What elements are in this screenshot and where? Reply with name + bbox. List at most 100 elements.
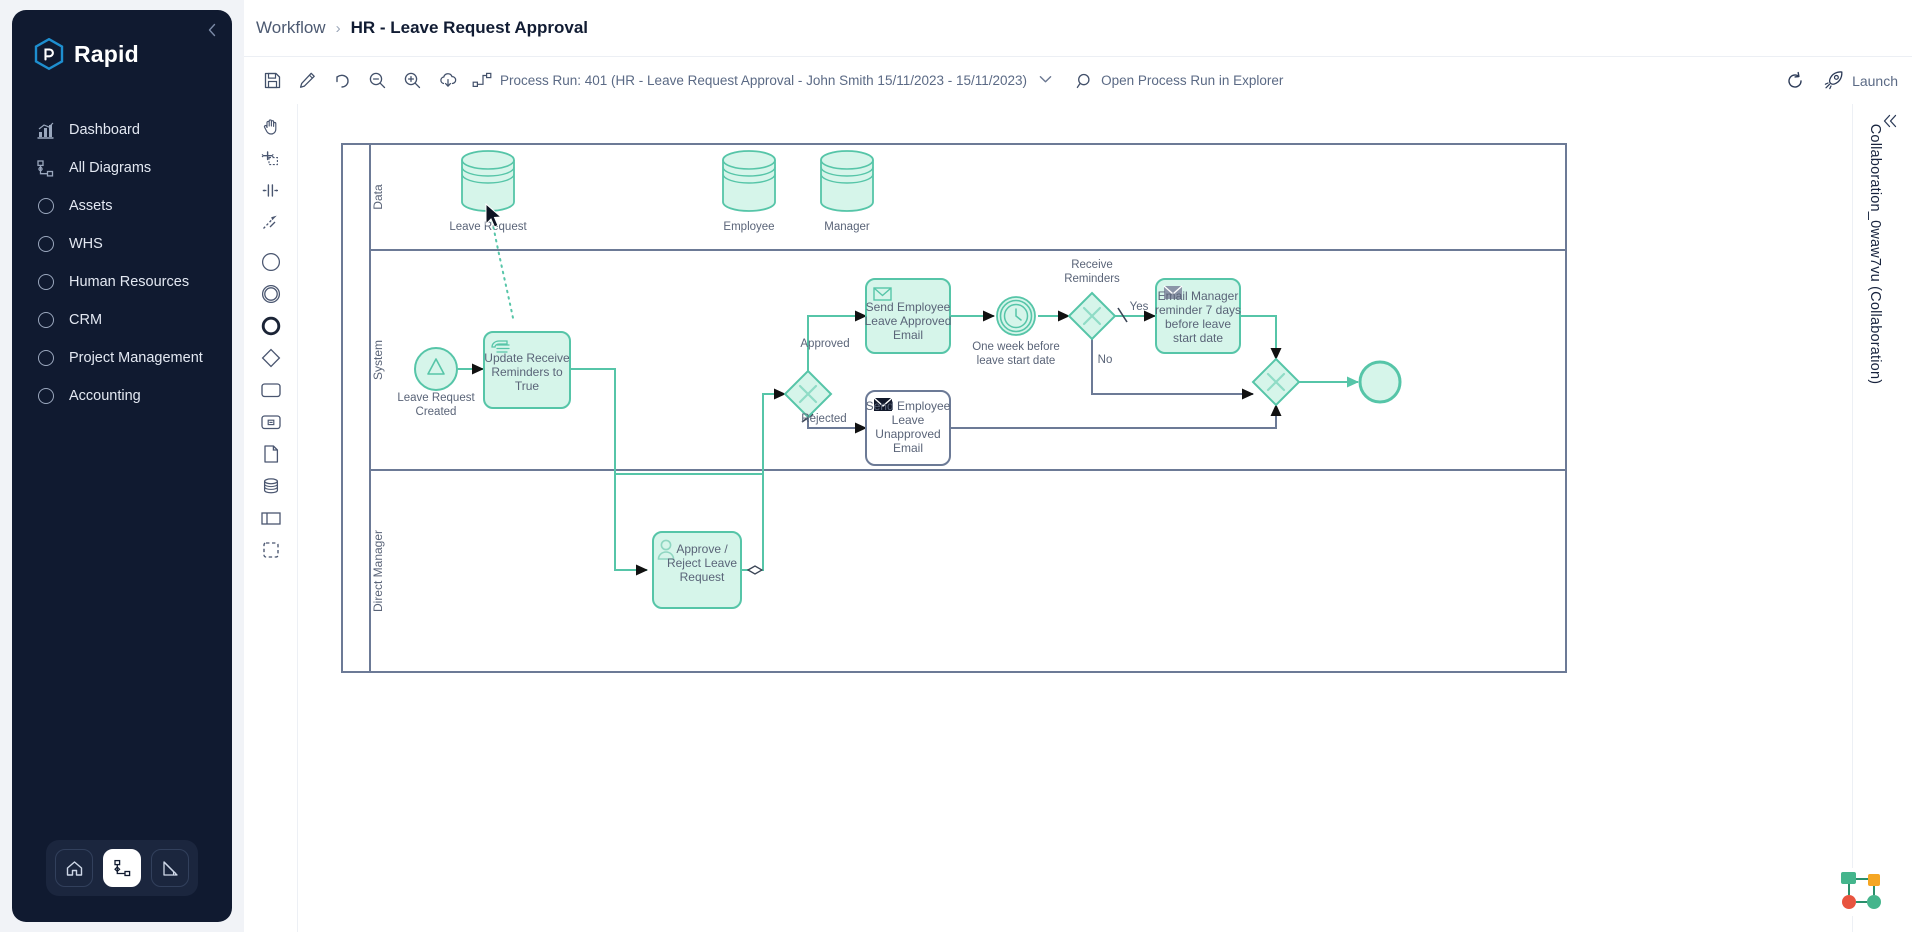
tool-task[interactable] [254,374,288,406]
task-label-line1: Email Manager [1158,289,1239,303]
circle-icon [36,235,55,254]
dock-button-designer[interactable] [151,849,189,887]
circle-icon [36,387,55,406]
sidebar-item-label: Human Resources [69,274,189,290]
tool-intermediate-event[interactable] [254,278,288,310]
process-run-label: Process Run: 401 (HR - Leave Request App… [500,73,1027,88]
sidebar-item-crm[interactable]: CRM [12,301,232,339]
sidebar-collapse-button[interactable] [202,20,222,40]
task-send-unapproved-email[interactable]: Send Employee Leave Unapproved Email [866,391,951,465]
zoom-out-button[interactable] [361,64,394,97]
rail-collapse-button[interactable] [1882,114,1898,133]
breadcrumb-parent[interactable]: Workflow [256,18,326,38]
lane-label-data: Data [371,184,385,210]
tool-space[interactable] [254,174,288,206]
sidebar-item-project-management[interactable]: Project Management [12,339,232,377]
chart-bars-icon [36,121,55,140]
process-run-selector[interactable]: Process Run: 401 (HR - Leave Request App… [472,72,1052,90]
task-update-receive-reminders[interactable]: Update Receive Reminders to True [484,332,570,408]
document-icon [261,443,281,465]
task-label-line2: Reject Leave [667,556,737,570]
toolbar-right-group: Launch [1778,64,1898,97]
sidebar-item-accounting[interactable]: Accounting [12,377,232,415]
task-email-manager-reminder[interactable]: Email Manager reminder 7 days before lea… [1155,279,1241,353]
sidebar-item-all-diagrams[interactable]: All Diagrams [12,149,232,187]
circle-thin-icon [260,251,282,273]
hand-icon [261,117,280,136]
task-approve-reject-leave[interactable]: Approve / Reject Leave Request [653,532,741,608]
tool-global-connect[interactable] [254,206,288,238]
open-process-run-in-explorer-button[interactable]: Open Process Run in Explorer [1076,72,1283,90]
bpmn-canvas[interactable]: Data System Direct Manager Leave Request [298,104,1852,932]
task-label-line1: Send Employee [866,300,951,314]
subprocess-icon [259,411,283,433]
toolbar: Process Run: 401 (HR - Leave Request App… [244,56,1912,104]
tool-data-store[interactable] [254,470,288,502]
sidebar-item-label: Assets [69,198,113,214]
tool-data-object[interactable] [254,438,288,470]
sidebar-item-label: All Diagrams [69,160,151,176]
space-tool-icon [261,181,280,200]
floppy-disk-icon [263,71,282,90]
bpmn-io-watermark-icon[interactable] [1836,868,1890,916]
refresh-icon [1785,71,1805,91]
bpmn-diagram: Data System Direct Manager Leave Request [298,104,1852,932]
tool-subprocess[interactable] [254,406,288,438]
event-label-line1: One week before [972,341,1060,353]
open-explorer-label: Open Process Run in Explorer [1101,73,1283,88]
main-area: Workflow › HR - Leave Request Approval [244,0,1912,932]
sidebar-item-label: Dashboard [69,122,140,138]
undo-button[interactable] [326,64,359,97]
tool-lasso-select[interactable] [254,142,288,174]
refresh-button[interactable] [1778,64,1811,97]
chevron-down-icon[interactable] [1039,75,1052,87]
cloud-download-icon [438,71,458,91]
tool-hand-pan[interactable] [254,110,288,142]
sidebar-dock [12,840,232,922]
tool-start-event[interactable] [254,246,288,278]
diagram-icon [36,159,55,178]
sidebar-item-assets[interactable]: Assets [12,187,232,225]
event-label-line2: Created [416,406,457,418]
app-root: Rapid Dashboard [0,0,1912,932]
brand: Rapid [12,10,232,71]
launch-button[interactable]: Launch [1823,70,1898,91]
sidebar-nav: Dashboard All Diagrams Assets [12,111,232,415]
pencil-icon [298,71,317,90]
circle-thick-icon [260,315,282,337]
event-label-line2: leave start date [977,355,1056,367]
chevron-left-icon [207,23,217,37]
circle-icon [36,311,55,330]
rocket-icon [1823,70,1844,91]
tool-pool-lane[interactable] [254,502,288,534]
tool-gateway[interactable] [254,342,288,374]
tool-group[interactable] [254,534,288,566]
circle-icon [36,197,55,216]
flow-label-yes: Yes [1130,301,1149,313]
diamond-icon [260,347,282,369]
task-label-line1: Update Receive [484,351,570,365]
save-button[interactable] [256,64,289,97]
rapid-logo-icon [34,38,64,71]
tool-end-event[interactable] [254,310,288,342]
download-button[interactable] [431,64,464,97]
sidebar-item-whs[interactable]: WHS [12,225,232,263]
zoom-in-button[interactable] [396,64,429,97]
task-label-line2: Reminders to [491,365,563,379]
sidebar-item-label: Project Management [69,350,203,366]
edit-button[interactable] [291,64,324,97]
data-store-employee[interactable]: Employee [723,151,775,233]
dock-button-home[interactable] [55,849,93,887]
breadcrumb: Workflow › HR - Leave Request Approval [244,0,1912,56]
pool-icon [259,507,283,529]
end-event[interactable] [1360,362,1400,402]
magnifier-minus-icon [368,71,387,90]
flow-label-rejected: Rejected [801,413,846,425]
data-store-manager[interactable]: Manager [821,151,873,233]
sidebar-item-dashboard[interactable]: Dashboard [12,111,232,149]
dock-button-diagrams[interactable] [103,849,141,887]
circle-icon [36,349,55,368]
undo-arrow-icon [333,71,352,90]
task-send-approved-email[interactable]: Send Employee Leave Approved Email [865,279,952,353]
sidebar-item-human-resources[interactable]: Human Resources [12,263,232,301]
